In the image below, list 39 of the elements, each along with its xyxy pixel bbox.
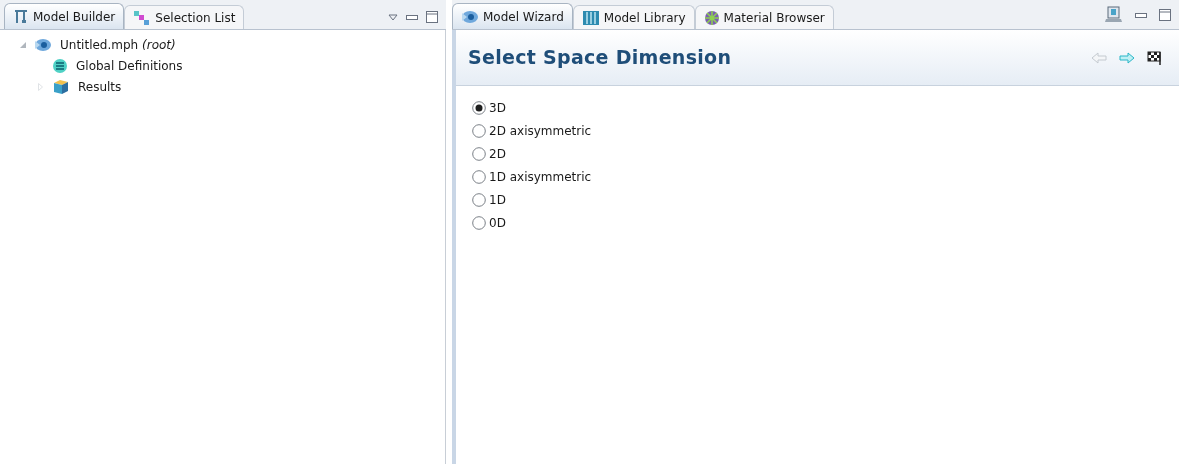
radio-button[interactable] [472, 146, 486, 161]
wizard-title: Select Space Dimension [468, 45, 732, 71]
collapsed-arrow-icon[interactable] [38, 82, 43, 91]
view-menu-icon[interactable] [388, 13, 398, 21]
maximize-icon[interactable] [426, 11, 438, 23]
panel-tab[interactable]: Model Builder [4, 3, 125, 29]
minimize-icon[interactable] [1135, 12, 1147, 18]
radio-label[interactable]: 2D [489, 144, 506, 163]
tree-item[interactable]: Results [78, 77, 122, 96]
model-icon [461, 8, 479, 25]
tree-structure-icon [13, 8, 29, 25]
model-icon [34, 36, 52, 53]
radio-label[interactable]: 3D [489, 98, 506, 117]
checkered-flag-icon[interactable] [1147, 49, 1163, 66]
forward-arrow-icon[interactable] [1119, 51, 1135, 64]
tree-item[interactable]: Untitled.mph (root) [60, 35, 176, 54]
radio-button[interactable] [472, 100, 486, 115]
lattice-icon [703, 9, 720, 26]
tree-item[interactable]: Global Definitions [76, 56, 183, 75]
panel-tab[interactable]: Model Wizard [452, 3, 573, 29]
help-laptop-icon[interactable] [1105, 6, 1123, 24]
panel-tab[interactable]: Model Library [572, 5, 695, 29]
radio-button[interactable] [472, 169, 486, 184]
radio-button[interactable] [472, 215, 486, 230]
linked-cubes-icon [133, 9, 152, 26]
panel-tab[interactable]: Selection List [124, 5, 245, 29]
radio-label[interactable]: 2D axisymmetric [489, 121, 592, 140]
expanded-arrow-icon[interactable] [20, 41, 26, 48]
minimize-icon[interactable] [406, 14, 418, 20]
radio-label[interactable]: 1D [489, 190, 506, 209]
maximize-icon[interactable] [1159, 9, 1171, 21]
books-icon [581, 9, 600, 26]
radio-button[interactable] [472, 123, 486, 138]
panel-tab[interactable]: Material Browser [694, 5, 834, 29]
radio-button[interactable] [472, 192, 486, 207]
radio-label[interactable]: 1D axisymmetric [489, 167, 592, 186]
radio-label[interactable]: 0D [489, 213, 506, 232]
list-icon [52, 57, 68, 74]
colored-cube-icon [52, 78, 70, 95]
